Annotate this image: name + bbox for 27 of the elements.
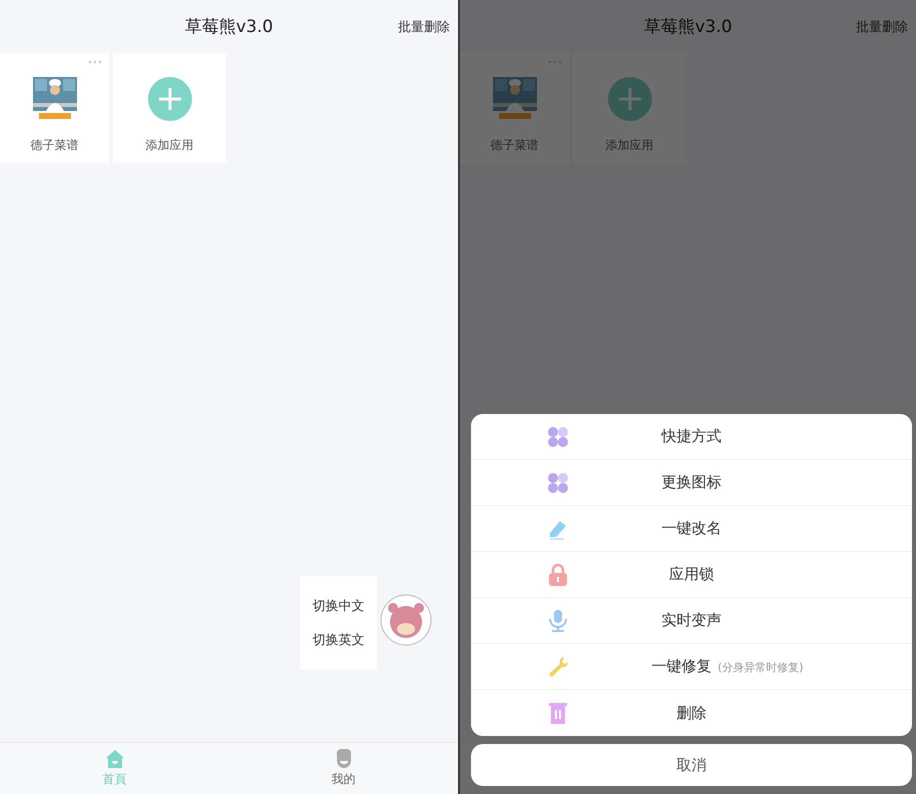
batch-delete-button[interactable]: 批量删除: [398, 18, 450, 36]
language-option[interactable]: 切换英文: [312, 631, 364, 649]
action-note: (分身异常时修复): [718, 660, 804, 675]
clover-icon: [546, 425, 570, 449]
app-card[interactable]: 添加应用: [113, 53, 226, 163]
action-item[interactable]: 快捷方式: [471, 414, 912, 460]
app-label: 添加应用: [606, 137, 654, 154]
more-icon[interactable]: [87, 60, 103, 64]
app-label: 德子菜谱: [490, 137, 538, 154]
lock-icon: [546, 563, 570, 587]
add-icon[interactable]: [608, 77, 652, 121]
cancel-button[interactable]: 取消: [471, 744, 912, 786]
profile-icon: [334, 749, 354, 769]
action-label: 一键修复: [652, 657, 712, 676]
tab[interactable]: 我的: [328, 743, 360, 794]
microphone-icon: [546, 609, 570, 633]
trash-icon: [546, 701, 570, 725]
app-card[interactable]: 德子菜谱: [0, 53, 109, 163]
clover-icon: [546, 471, 570, 495]
app-title: 草莓熊v3.0: [644, 16, 732, 38]
app-label: 德子菜谱: [30, 137, 78, 154]
language-option[interactable]: 切换中文: [312, 597, 364, 615]
add-icon[interactable]: [148, 77, 192, 121]
home-icon: [104, 749, 124, 769]
avatar[interactable]: [380, 594, 432, 646]
app-title: 草莓熊v3.0: [184, 16, 274, 38]
app-label: 添加应用: [146, 137, 194, 154]
